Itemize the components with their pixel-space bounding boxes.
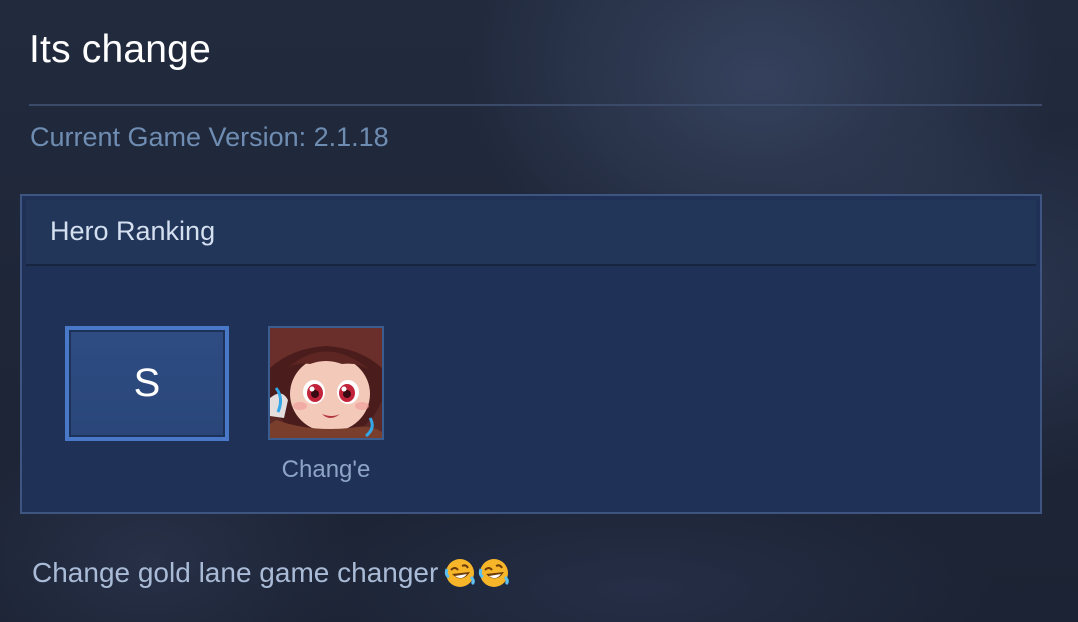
tier-label: S <box>133 361 161 405</box>
hero-ranking-panel: Hero Ranking S Chang'e <box>20 194 1042 514</box>
post-title: Its change <box>29 28 211 71</box>
hero-ranking-header: Hero Ranking <box>26 200 1036 266</box>
tier-badge: S <box>65 326 229 441</box>
game-version: Current Game Version: 2.1.18 <box>30 122 389 152</box>
hero-card[interactable]: Chang'e <box>268 326 384 484</box>
title-divider <box>29 104 1042 106</box>
rolling-laughing-emoji-icon <box>479 559 510 587</box>
rolling-laughing-emoji-icon <box>445 559 476 587</box>
comment-text: Change gold lane game changer <box>32 557 439 588</box>
comment: Change gold lane game changer <box>32 557 510 589</box>
hero-name: Chang'e <box>281 456 371 483</box>
hero-portrait-image <box>270 328 382 438</box>
hero-portrait[interactable] <box>268 326 384 440</box>
hero-ranking-title: Hero Ranking <box>50 216 216 246</box>
emoji-group <box>444 557 510 589</box>
